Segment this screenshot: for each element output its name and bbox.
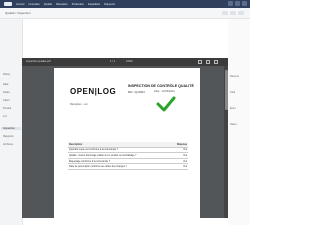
sidebar-item[interactable]: Filtres [3,73,10,76]
table-cell: Date de péremption conforme au cahier de… [68,163,171,170]
pdf-page: OPEN|LOG INSPECTION DE CONTRÔLE QUALITÉ … [54,68,200,218]
sidebar-item[interactable]: Statut [3,91,10,94]
document-reference: Réf : IQ-0001 [128,90,145,94]
nav-item[interactable]: Rapports [104,3,115,6]
more-button[interactable] [238,11,244,15]
sidebar-item-active[interactable]: Inspection [1,127,21,130]
app-logo[interactable] [4,2,12,6]
nav-item[interactable]: Accueil [16,3,24,6]
notification-icon[interactable] [228,1,233,6]
document-brand-logo: OPEN|LOG [70,87,117,96]
summary-label: Valeur [230,123,237,126]
sub-header: Qualité / Inspection [0,8,250,19]
table-cell: Oui [170,163,188,170]
bottom-area [0,226,250,250]
breadcrumb: Qualité / Inspection [5,11,31,15]
user-avatar[interactable] [242,1,247,6]
right-summary-column: Résumé Total Écart Valeur [228,19,250,225]
document-title: INSPECTION DE CONTRÔLE QUALITÉ [128,84,194,88]
nav-item[interactable]: Qualité [44,3,52,6]
summary-label: Résumé [230,75,239,78]
nav-item[interactable]: Production [72,3,84,6]
summary-label: Total [230,91,236,94]
filter-sidebar: Filtres Date Statut Client Produit Lot I… [0,19,23,225]
nav-item[interactable]: Expédition [88,3,100,6]
sidebar-item[interactable]: Lot [3,115,7,118]
sidebar-item[interactable]: Date [3,83,8,86]
sidebar-item[interactable]: Client [3,99,10,102]
document-date: Date : 12/03/2024 [154,90,175,93]
sidebar-item[interactable]: Produit [3,107,11,110]
grid-view-button[interactable] [230,11,236,15]
summary-label: Écart [230,107,236,110]
document-subject: Réception - Lot [70,103,88,106]
nav-item[interactable]: Inventaire [28,3,39,6]
inspection-table: Description Réponse Quantité reçue est c… [68,142,188,170]
settings-icon[interactable] [235,1,240,6]
top-right-actions [228,1,247,6]
pdf-page-clip: OPEN|LOG INSPECTION DE CONTRÔLE QUALITÉ … [22,58,228,218]
checkmark-icon [156,96,176,112]
list-view-button[interactable] [222,11,228,15]
sidebar-item[interactable]: Archives [3,143,13,146]
top-nav-bar: Accueil Inventaire Qualité Réception Pro… [0,0,250,8]
table-row: Date de péremption conforme au cahier de… [68,163,188,170]
nav-item[interactable]: Réception [56,3,68,6]
sidebar-item[interactable]: Rapports [3,135,14,138]
main-nav: Accueil Inventaire Qualité Réception Pro… [16,0,115,8]
